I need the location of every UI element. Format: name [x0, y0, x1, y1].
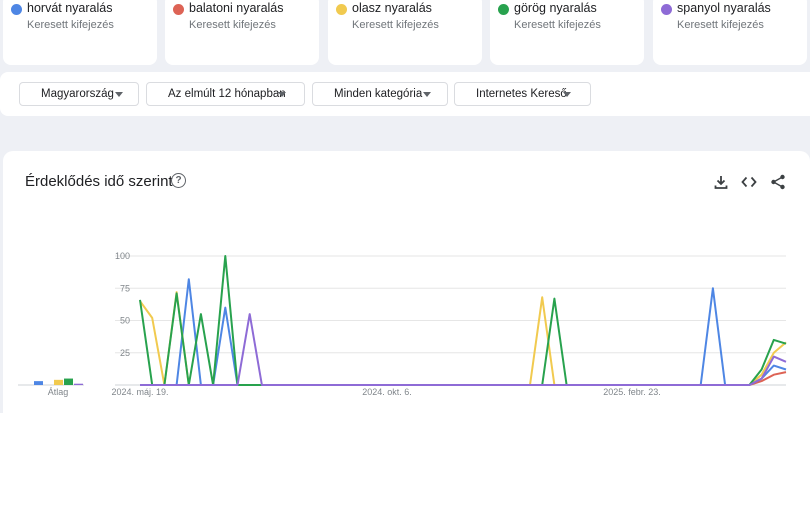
- term-type: Keresett kifejezés: [189, 19, 276, 31]
- term-name: balatoni nyaralás: [189, 1, 284, 15]
- filters-bar: Magyarország Az elmúlt 12 hónapban Minde…: [0, 72, 810, 116]
- term-type: Keresett kifejezés: [514, 19, 601, 31]
- chevron-down-icon: [563, 92, 571, 97]
- search-type-dropdown[interactable]: Internetes Kereső: [454, 82, 591, 106]
- search-type-label: Internetes Kereső: [476, 88, 567, 100]
- term-type: Keresett kifejezés: [27, 19, 114, 31]
- series-color-dot: [336, 4, 347, 15]
- term-type: Keresett kifejezés: [677, 19, 764, 31]
- share-icon[interactable]: [769, 173, 787, 191]
- term-card-balatoni[interactable]: balatoni nyaralás Keresett kifejezés: [165, 0, 319, 65]
- period-label: Az elmúlt 12 hónapban: [168, 88, 286, 100]
- series-color-dot: [661, 4, 672, 15]
- term-card-horvat[interactable]: horvát nyaralás Keresett kifejezés: [3, 0, 157, 65]
- term-type: Keresett kifejezés: [352, 19, 439, 31]
- term-name: görög nyaralás: [514, 1, 597, 15]
- page-bottom: [0, 413, 810, 510]
- series-color-dot: [498, 4, 509, 15]
- embed-code-icon[interactable]: [740, 173, 758, 191]
- term-card-olasz[interactable]: olasz nyaralás Keresett kifejezés: [328, 0, 482, 65]
- series-color-dot: [11, 4, 22, 15]
- download-icon[interactable]: [712, 173, 730, 191]
- period-dropdown[interactable]: Az elmúlt 12 hónapban: [146, 82, 305, 106]
- series-color-dot: [173, 4, 184, 15]
- category-dropdown[interactable]: Minden kategória: [312, 82, 448, 106]
- category-label: Minden kategória: [334, 88, 423, 100]
- chevron-down-icon: [278, 92, 286, 97]
- interest-over-time-panel: Érdeklődés idő szerint ?: [3, 151, 810, 413]
- chevron-down-icon: [423, 92, 431, 97]
- panel-title: Érdeklődés idő szerint: [25, 173, 173, 190]
- chevron-down-icon: [115, 92, 123, 97]
- region-label: Magyarország: [41, 88, 114, 100]
- help-circle-icon[interactable]: ?: [171, 173, 186, 188]
- term-name: olasz nyaralás: [352, 1, 432, 15]
- search-terms-row: horvát nyaralás Keresett kifejezés balat…: [0, 0, 810, 66]
- term-card-spanyol[interactable]: spanyol nyaralás Keresett kifejezés: [653, 0, 807, 65]
- term-name: horvát nyaralás: [27, 1, 113, 15]
- term-name: spanyol nyaralás: [677, 1, 771, 15]
- region-dropdown[interactable]: Magyarország: [19, 82, 139, 106]
- term-card-gorog[interactable]: görög nyaralás Keresett kifejezés: [490, 0, 644, 65]
